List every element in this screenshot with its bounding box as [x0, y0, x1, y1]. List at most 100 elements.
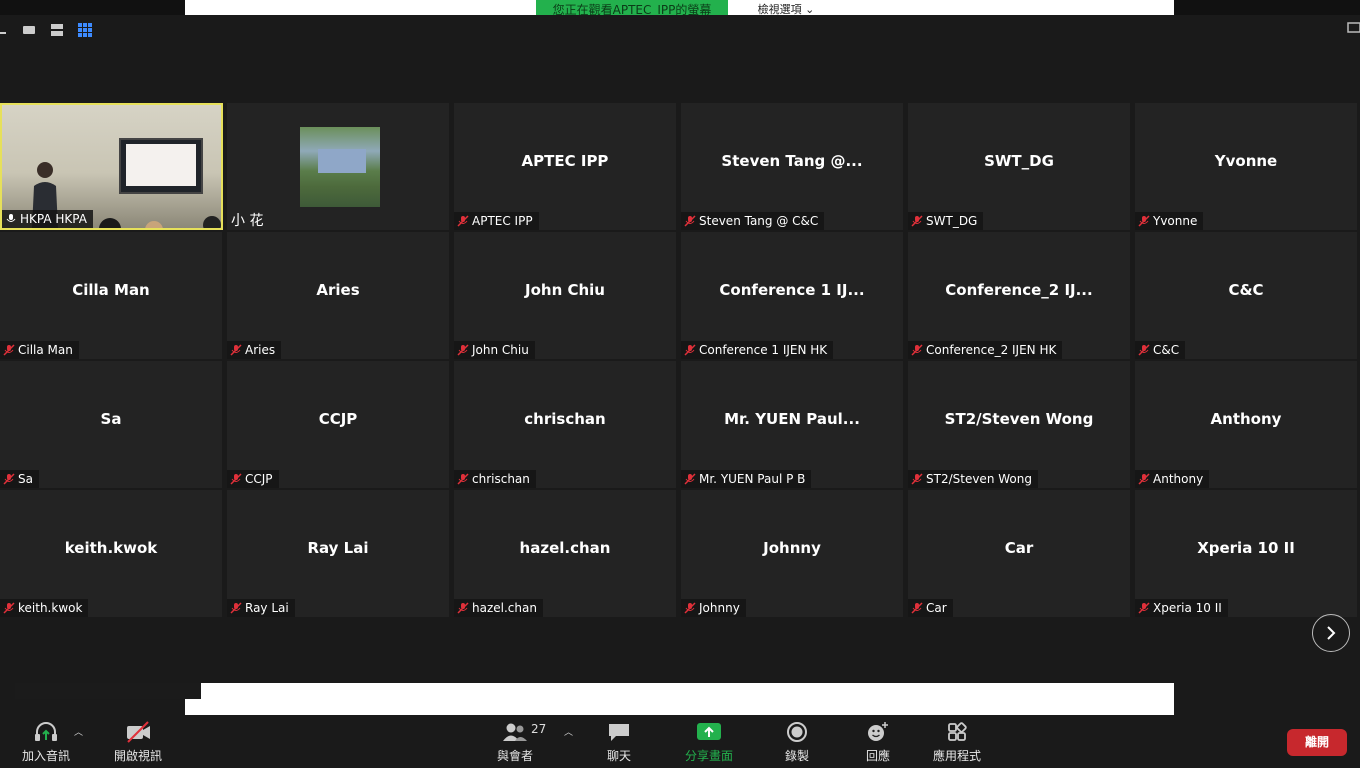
participant-tile[interactable]: C&C C&C [1135, 232, 1357, 359]
record-button[interactable]: 錄製 [774, 715, 820, 768]
participant-tile[interactable]: Anthony Anthony [1135, 361, 1357, 488]
participant-name-label: Yvonne [1135, 212, 1204, 230]
muted-mic-icon [1138, 215, 1150, 227]
muted-mic-icon [911, 215, 923, 227]
participants-icon [503, 723, 527, 741]
participant-tile[interactable]: keith.kwok keith.kwok [0, 490, 222, 617]
participant-tile[interactable]: ST2/Steven Wong ST2/Steven Wong [908, 361, 1130, 488]
participant-tile[interactable]: Car Car [908, 490, 1130, 617]
chat-label: 聊天 [606, 749, 631, 763]
participant-tile[interactable]: SWT_DG SWT_DG [908, 103, 1130, 230]
participant-name: Conference_2 IJEN HK [926, 343, 1057, 357]
participant-display-name: keith.kwok [64, 539, 158, 557]
exit-fullscreen-icon[interactable] [1346, 19, 1360, 33]
participant-tile[interactable]: Conference_2 IJ... Conference_2 IJEN HK [908, 232, 1130, 359]
audio-options-caret[interactable]: ︿ [74, 725, 83, 738]
share-screen-button[interactable]: 分享畫面 [680, 715, 738, 768]
leave-button[interactable]: 離開 [1287, 729, 1347, 756]
participant-tile[interactable]: Sa Sa [0, 361, 222, 488]
muted-mic-icon [457, 215, 469, 227]
participants-options-caret[interactable]: ︿ [564, 725, 573, 738]
muted-mic-icon [3, 344, 15, 356]
participant-tile[interactable]: Xperia 10 II Xperia 10 II [1135, 490, 1357, 617]
muted-mic-icon [684, 473, 696, 485]
participant-name: Aries [245, 343, 276, 357]
muted-mic-icon [230, 344, 242, 356]
participant-tile[interactable]: HKPA HKPA [0, 103, 223, 230]
participant-tile[interactable]: Ray Lai Ray Lai [227, 490, 449, 617]
participant-display-name: Yvonne [1214, 152, 1278, 170]
participant-name: SWT_DG [926, 214, 978, 228]
participant-name-label: C&C [1135, 341, 1186, 359]
participant-name-label: Xperia 10 II [1135, 599, 1228, 617]
participant-name: keith.kwok [18, 601, 83, 615]
participant-display-name: Conference 1 IJ... [719, 281, 865, 299]
participant-name-label: Steven Tang @ C&C [681, 212, 825, 230]
single-video-icon[interactable] [20, 21, 38, 39]
viewing-share-banner: 您正在觀看APTEC_IPP的螢幕 [536, 0, 728, 15]
participant-name: Conference 1 IJEN HK [699, 343, 828, 357]
participant-display-name: Xperia 10 II [1197, 539, 1295, 557]
muted-mic-icon [1138, 344, 1150, 356]
participant-tile[interactable]: hazel.chan hazel.chan [454, 490, 676, 617]
participant-tile[interactable]: 小 花 [227, 103, 449, 230]
participant-tile[interactable]: Steven Tang @... Steven Tang @ C&C [681, 103, 903, 230]
participant-name-label: chrischan [454, 470, 536, 488]
participant-name-label: keith.kwok [0, 599, 89, 617]
muted-mic-icon [230, 473, 242, 485]
participant-name-label: Johnny [681, 599, 746, 617]
muted-mic-icon [3, 602, 15, 614]
participant-tile[interactable]: chrischan chrischan [454, 361, 676, 488]
chevron-right-icon [1327, 626, 1336, 640]
participant-display-name: CCJP [318, 410, 358, 428]
participant-name: John Chiu [472, 343, 529, 357]
participant-name-label: Car [908, 599, 953, 617]
participant-display-name: chrischan [524, 410, 606, 428]
participant-name: 小 花 [231, 213, 264, 229]
participant-tile[interactable]: Johnny Johnny [681, 490, 903, 617]
muted-mic-icon [230, 602, 242, 614]
projector-screen [119, 138, 203, 194]
apps-button[interactable]: 應用程式 [928, 715, 986, 768]
record-label: 錄製 [784, 749, 809, 763]
participant-tile[interactable]: Conference 1 IJ... Conference 1 IJEN HK [681, 232, 903, 359]
participant-tile[interactable]: John Chiu John Chiu [454, 232, 676, 359]
participant-display-name: Ray Lai [307, 539, 369, 557]
muted-mic-icon [911, 344, 923, 356]
participant-display-name: C&C [1228, 281, 1264, 299]
participant-name: HKPA HKPA [20, 212, 87, 226]
gallery-view-icon[interactable] [76, 21, 94, 39]
tooltip-popup [15, 683, 201, 699]
start-video-button[interactable]: 開啟視訊 [108, 715, 168, 768]
participant-display-name: Car [1004, 539, 1034, 557]
participant-tile[interactable]: APTEC IPP APTEC IPP [454, 103, 676, 230]
speaker-view-icon[interactable] [48, 21, 66, 39]
reactions-label: 回應 [865, 749, 890, 763]
next-page-button[interactable] [1312, 614, 1350, 652]
participant-tile[interactable]: Aries Aries [227, 232, 449, 359]
participant-name: C&C [1153, 343, 1180, 357]
participant-display-name: SWT_DG [984, 152, 1054, 170]
join-audio-label: 加入音訊 [21, 749, 70, 763]
participant-display-name: John Chiu [525, 281, 605, 299]
reactions-button[interactable]: 回應 [856, 715, 900, 768]
participant-name-label: Cilla Man [0, 341, 79, 359]
participant-display-name: Johnny [763, 539, 821, 557]
participant-name-label: hazel.chan [454, 599, 543, 617]
participant-name: Johnny [699, 601, 740, 615]
minimize-icon[interactable] [0, 21, 8, 39]
shared-screen-edge [185, 683, 1174, 715]
muted-mic-icon [684, 602, 696, 614]
view-options-button[interactable]: 檢視選項 ⌄ [750, 0, 822, 15]
participant-tile[interactable]: Cilla Man Cilla Man [0, 232, 222, 359]
participant-display-name: Steven Tang @... [721, 152, 863, 170]
chat-button[interactable]: 聊天 [596, 715, 642, 768]
muted-mic-icon [1138, 602, 1150, 614]
participant-tile[interactable]: Yvonne Yvonne [1135, 103, 1357, 230]
participant-name-label: 小 花 [227, 212, 269, 230]
participant-tile[interactable]: Mr. YUEN Paul... Mr. YUEN Paul P B [681, 361, 903, 488]
participant-name-label: Mr. YUEN Paul P B [681, 470, 812, 488]
participant-name: Steven Tang @ C&C [699, 214, 819, 228]
participant-tile[interactable]: CCJP CCJP [227, 361, 449, 488]
join-audio-button[interactable]: 加入音訊 [14, 715, 78, 768]
